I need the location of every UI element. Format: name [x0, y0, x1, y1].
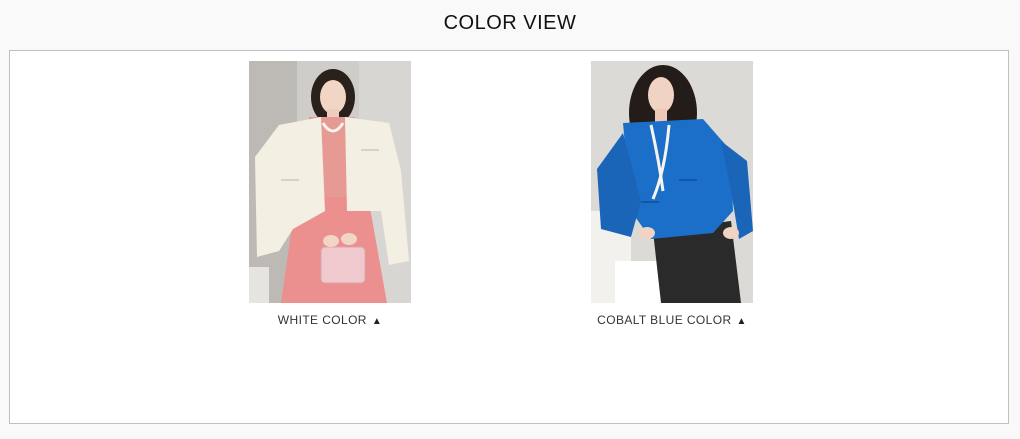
color-label-white: WHITE COLOR ▲ [210, 313, 450, 327]
triangle-up-icon[interactable]: ▲ [737, 316, 747, 327]
color-view-panel [9, 50, 1009, 424]
color-view-page: COLOR VIEW WHITE COLOR ▲ COBALT BLUE COL… [0, 0, 1020, 439]
color-name-white: WHITE COLOR [277, 313, 367, 327]
product-photo-white[interactable] [249, 61, 411, 303]
section-title: COLOR VIEW [443, 12, 577, 34]
color-name-cobalt-blue: COBALT BLUE COLOR [597, 313, 732, 327]
triangle-up-icon[interactable]: ▲ [372, 316, 382, 327]
color-option-cobalt-blue: COBALT BLUE COLOR ▲ [552, 61, 792, 327]
model-image-cobalt-blue [591, 61, 753, 303]
model-image-white [249, 61, 411, 303]
product-photo-cobalt-blue[interactable] [591, 61, 753, 303]
color-label-cobalt-blue: COBALT BLUE COLOR ▲ [552, 313, 792, 327]
color-option-white: WHITE COLOR ▲ [210, 61, 450, 327]
